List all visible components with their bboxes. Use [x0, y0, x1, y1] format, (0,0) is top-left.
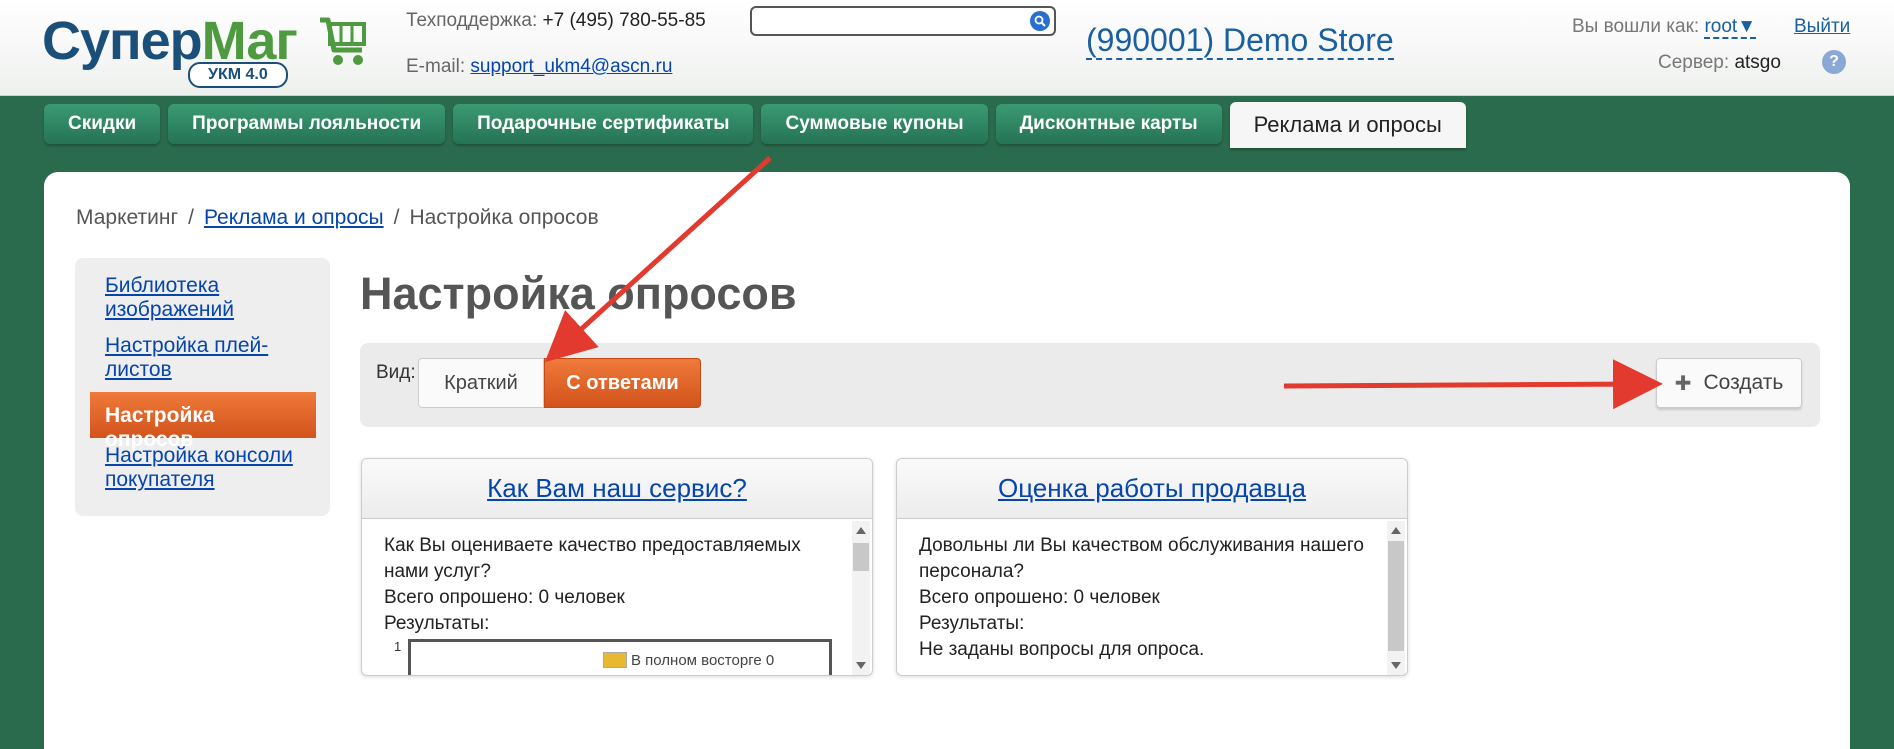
survey-card: Оценка работы продавца Довольны ли Вы ка… — [896, 458, 1408, 676]
store-selector[interactable]: (990001) Demo Store — [1086, 22, 1394, 60]
results-chart: В полном восторге 0 — [408, 639, 832, 675]
view-with-answers-button[interactable]: С ответами — [544, 358, 701, 408]
logout-link[interactable]: Выйти — [1794, 16, 1850, 38]
survey-title-link[interactable]: Оценка работы продавца — [998, 473, 1306, 504]
breadcrumb-parent-link[interactable]: Реклама и опросы — [204, 206, 384, 229]
version-badge: УКМ 4.0 — [188, 62, 288, 88]
view-short-button[interactable]: Краткий — [418, 358, 544, 408]
email-link[interactable]: support_ukm4@ascn.ru — [470, 56, 672, 77]
tab-ads-surveys[interactable]: Реклама и опросы — [1229, 102, 1466, 148]
legend-swatch — [603, 652, 627, 668]
survey-card-body: Как Вы оцениваете качество предоставляем… — [384, 533, 844, 637]
chevron-down-icon: ▼ — [1737, 16, 1757, 37]
user-menu[interactable]: root▼ — [1704, 16, 1757, 39]
tab-loyalty[interactable]: Программы лояльности — [168, 104, 446, 144]
survey-question: Довольны ли Вы качеством обслуживания на… — [919, 535, 1364, 582]
breadcrumb: Маркетинг / Реклама и опросы / Настройка опр… — [76, 206, 599, 229]
help-icon[interactable]: ? — [1822, 50, 1846, 74]
survey-total: Всего опрошено: 0 человек — [384, 587, 625, 608]
support-email: E-mail: support_ukm4@ascn.ru — [406, 56, 673, 77]
login-info: Вы вошли как: root▼ — [1572, 16, 1757, 39]
sidebar-item-playlists[interactable]: Настройка плей-листов — [105, 334, 315, 382]
survey-card-header: Оценка работы продавца — [897, 459, 1407, 519]
card-scrollbar[interactable] — [852, 521, 870, 675]
survey-question: Как Вы оцениваете качество предоставляем… — [384, 535, 801, 582]
survey-results-label: Результаты: — [919, 613, 1025, 634]
scroll-up-icon[interactable] — [856, 527, 866, 534]
tab-discounts[interactable]: Скидки — [44, 104, 161, 144]
sidebar-item-customer-console[interactable]: Настройка консоли покупателя — [105, 444, 315, 492]
page-title: Настройка опросов — [360, 268, 797, 319]
logo[interactable]: СуперМаг УКМ 4.0 — [42, 10, 366, 88]
search-icon[interactable] — [1030, 11, 1050, 31]
header: СуперМаг УКМ 4.0 Техподдержка: +7 (495) … — [0, 0, 1894, 96]
create-button[interactable]: ✚ Создать — [1656, 358, 1802, 408]
scroll-up-icon[interactable] — [1391, 527, 1401, 534]
legend-label: В полном восторге 0 — [631, 652, 775, 669]
server-info: Сервер: atsgo — [1658, 52, 1781, 73]
survey-results-label: Результаты: — [384, 613, 490, 634]
scroll-down-icon[interactable] — [1391, 662, 1401, 669]
card-scrollbar[interactable] — [1387, 521, 1405, 675]
survey-title-link[interactable]: Как Вам наш сервис? — [487, 473, 747, 504]
survey-total: Всего опрошено: 0 человек — [919, 587, 1160, 608]
create-button-label: Создать — [1703, 371, 1784, 394]
view-label: Вид: — [376, 362, 416, 383]
chart-axis-label: 1 — [394, 639, 402, 654]
main-tabs: Скидки Программы лояльности Подарочные с… — [44, 102, 1466, 148]
survey-card-header: Как Вам наш сервис? — [362, 459, 872, 519]
sidebar-item-surveys[interactable]: Настройка опросов — [90, 392, 316, 451]
plus-icon: ✚ — [1674, 372, 1692, 395]
survey-card-body: Довольны ли Вы качеством обслуживания на… — [919, 533, 1379, 663]
cart-icon — [320, 17, 366, 65]
support-phone: Техподдержка: +7 (495) 780-55-85 — [406, 10, 706, 31]
breadcrumb-root: Маркетинг — [76, 206, 179, 229]
scrollbar-thumb[interactable] — [1388, 541, 1404, 651]
tab-gift-certificates[interactable]: Подарочные сертификаты — [453, 104, 754, 144]
survey-note: Не заданы вопросы для опроса. — [919, 639, 1205, 660]
survey-card: Как Вам наш сервис? Как Вы оцениваете ка… — [361, 458, 873, 676]
scrollbar-thumb[interactable] — [853, 543, 869, 571]
sidebar-item-image-library[interactable]: Библиотека изображений — [105, 274, 315, 322]
tab-discount-cards[interactable]: Дисконтные карты — [995, 104, 1222, 144]
search-input[interactable] — [750, 6, 1056, 36]
scroll-down-icon[interactable] — [856, 662, 866, 669]
tab-coupons[interactable]: Суммовые купоны — [761, 104, 988, 144]
breadcrumb-current: Настройка опросов — [409, 206, 599, 229]
sidebar: Библиотека изображений Настройка плей-ли… — [75, 258, 330, 516]
